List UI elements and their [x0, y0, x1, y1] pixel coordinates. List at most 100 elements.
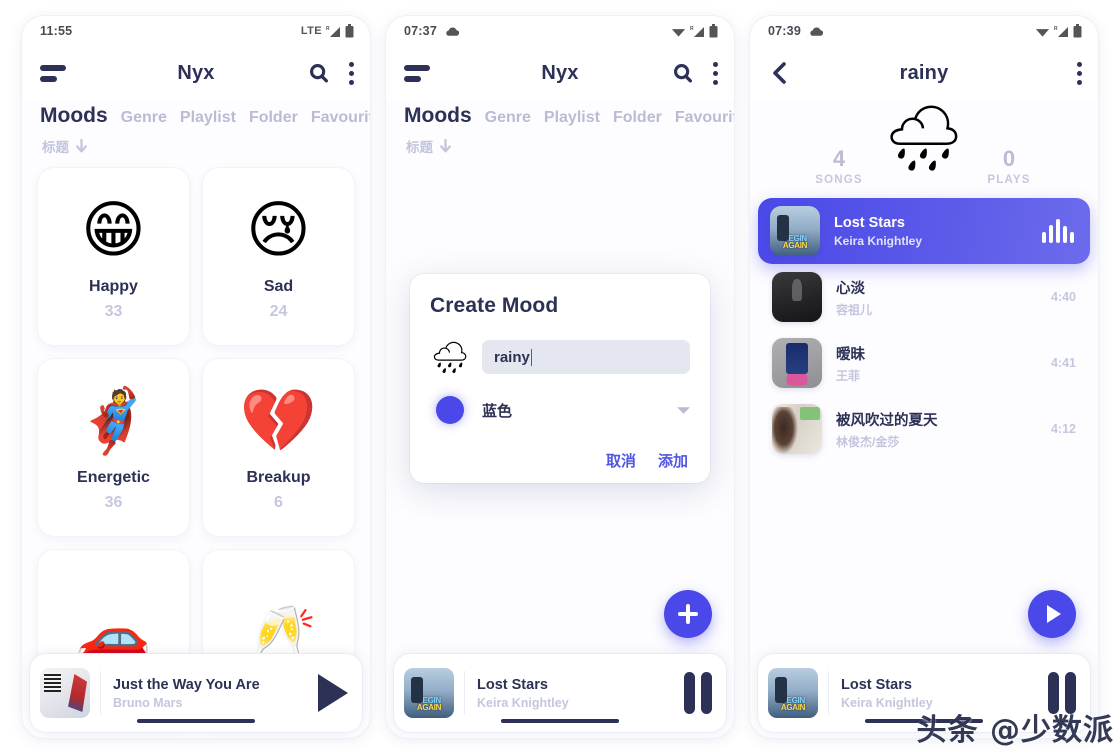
mood-card-sad[interactable]: 😢 Sad 24 — [203, 168, 354, 345]
add-button[interactable]: 添加 — [658, 450, 688, 471]
mood-count: 36 — [104, 494, 123, 511]
mood-count: 33 — [104, 303, 123, 320]
now-playing-artist: Keira Knightley — [841, 695, 933, 710]
mini-player[interactable]: Just the Way You Are Bruno Mars — [30, 654, 362, 732]
tab-playlist[interactable]: Playlist — [180, 109, 236, 127]
dialog-name-row: 🌧 rainy — [430, 340, 690, 374]
song-title: Lost Stars — [834, 214, 905, 231]
song-meta: 被风吹过的夏天 林俊杰/金莎 — [836, 409, 1037, 450]
add-mood-fab[interactable] — [664, 590, 712, 638]
hamburger-icon[interactable] — [40, 62, 70, 84]
song-row[interactable]: 被风吹过的夏天 林俊杰/金莎 4:12 — [760, 396, 1088, 462]
color-swatch[interactable] — [436, 396, 464, 424]
app-bar: rainy — [750, 46, 1098, 100]
phone-screen-moods-list: 11:55 LTE R Nyx Moods Genre Playlist Fol… — [22, 16, 370, 738]
create-mood-dialog: Create Mood 🌧 rainy 蓝色 取消 添加 — [410, 274, 710, 483]
status-bar: 07:39 R — [750, 16, 1098, 46]
tab-folder[interactable]: Folder — [249, 109, 298, 127]
album-art-label: BEGIN AGAIN — [780, 695, 806, 713]
now-playing-artist: Bruno Mars — [113, 695, 183, 710]
mood-count: 24 — [269, 303, 288, 320]
mini-player[interactable]: BEGIN AGAIN Lost Stars Keira Knightley — [394, 654, 726, 732]
cancel-button[interactable]: 取消 — [606, 450, 636, 471]
status-bar-right: R — [1035, 24, 1082, 38]
tab-moods[interactable]: Moods — [40, 104, 108, 128]
sort-control[interactable]: 标题 — [22, 128, 370, 162]
mood-card-happy[interactable]: 😁 Happy 33 — [38, 168, 189, 345]
pause-icon[interactable] — [1048, 672, 1076, 714]
mini-player-meta: Just the Way You Are Bruno Mars — [113, 677, 318, 710]
mood-name-input[interactable]: rainy — [482, 340, 690, 374]
battery-icon — [345, 24, 354, 38]
phone-screen-mood-detail: 07:39 R rainy 🌧 4 SONGS 0 PLAYS BEGIN AG… — [750, 16, 1098, 738]
song-duration: 4:41 — [1050, 356, 1076, 370]
mood-emoji: 🦸 — [74, 387, 153, 456]
song-artist: 王菲 — [836, 368, 861, 383]
back-arrow-icon[interactable] — [768, 61, 792, 85]
album-art-label: BEGIN AGAIN — [782, 233, 808, 251]
now-playing-title: Lost Stars — [477, 676, 548, 693]
status-bar-left: 07:39 — [768, 24, 823, 38]
tab-genre[interactable]: Genre — [121, 109, 167, 127]
now-playing-artist: Keira Knightley — [477, 695, 569, 710]
mini-player[interactable]: BEGIN AGAIN Lost Stars Keira Knightley — [758, 654, 1090, 732]
status-bar: 11:55 LTE R — [22, 16, 370, 46]
album-art-thumbnail — [772, 272, 822, 322]
mini-player-meta: Lost Stars Keira Knightley — [477, 677, 684, 710]
song-artist: Keira Knightley — [834, 233, 923, 248]
hamburger-icon[interactable] — [404, 62, 434, 84]
cloud-icon — [810, 26, 823, 36]
app-bar-actions — [308, 60, 354, 87]
text-caret — [530, 348, 533, 366]
kebab-menu-icon[interactable] — [344, 60, 354, 87]
album-art-thumbnail: BEGIN AGAIN — [770, 206, 820, 256]
album-art-thumbnail — [772, 404, 822, 454]
equalizer-icon — [1042, 219, 1074, 243]
play-icon — [1047, 605, 1061, 623]
home-indicator — [137, 719, 255, 723]
mood-name: Energetic — [77, 469, 150, 486]
status-bar-left: 11:55 — [40, 24, 72, 38]
stat-label: SONGS — [815, 174, 863, 186]
dialog-color-row[interactable]: 蓝色 — [430, 396, 690, 424]
status-bar-right: LTE R — [301, 24, 354, 38]
song-row[interactable]: 心淡 容祖儿 4:40 — [760, 264, 1088, 330]
svg-text:R: R — [326, 26, 330, 32]
chevron-down-icon[interactable] — [677, 406, 690, 415]
song-artist: 林俊杰/金莎 — [836, 434, 900, 449]
status-time: 11:55 — [40, 24, 73, 38]
now-playing-title: Just the Way You Are — [113, 676, 260, 693]
divider — [464, 671, 465, 715]
song-list: BEGIN AGAIN Lost Stars Keira Knightley 心淡… — [750, 186, 1098, 462]
stat-plays: 0 PLAYS — [964, 146, 1054, 186]
song-meta: 心淡 容祖儿 — [836, 277, 1037, 318]
kebab-menu-icon[interactable] — [1072, 60, 1082, 87]
dialog-title: Create Mood — [430, 294, 559, 317]
song-row[interactable]: 暧昧 王菲 4:41 — [760, 330, 1088, 396]
kebab-menu-icon[interactable] — [708, 60, 718, 87]
song-title: 心淡 — [836, 280, 865, 297]
tab-favourite[interactable]: Favourite — [311, 109, 370, 127]
arrow-down-icon — [76, 138, 87, 152]
mood-card-breakup[interactable]: 💔 Breakup 6 — [203, 359, 354, 536]
signal-icon: R — [1054, 26, 1068, 37]
mood-card-energetic[interactable]: 🦸 Energetic 36 — [38, 359, 189, 536]
play-all-fab[interactable] — [1028, 590, 1076, 638]
mood-grid: 😁 Happy 33 😢 Sad 24 🦸 Energetic 36 💔 Bre… — [22, 162, 370, 727]
search-icon[interactable] — [672, 62, 694, 84]
album-art-label: BEGIN AGAIN — [416, 695, 442, 713]
play-icon[interactable] — [318, 674, 348, 712]
now-playing-title: Lost Stars — [841, 676, 912, 693]
search-icon[interactable] — [308, 62, 330, 84]
app-bar-actions — [1072, 60, 1082, 87]
song-row-now-playing[interactable]: BEGIN AGAIN Lost Stars Keira Knightley — [758, 198, 1090, 264]
network-type-label: LTE — [300, 25, 322, 37]
album-art-thumbnail: BEGIN AGAIN — [404, 668, 454, 718]
mood-emoji: 😁 — [81, 196, 146, 265]
pause-icon[interactable] — [684, 672, 712, 714]
cloud-rain-emoji-icon[interactable]: 🌧 — [430, 342, 470, 373]
svg-text:R: R — [1054, 26, 1058, 32]
status-time: 07:39 — [768, 24, 801, 38]
home-indicator — [865, 719, 983, 723]
stat-songs: 4 SONGS — [794, 146, 884, 186]
